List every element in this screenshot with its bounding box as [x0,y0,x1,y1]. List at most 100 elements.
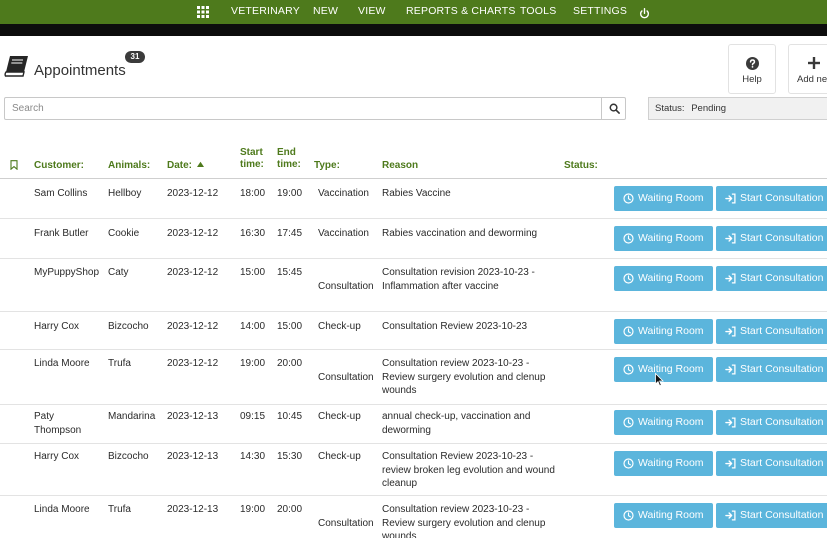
appointment-count-badge: 31 [125,51,145,63]
sign-in-icon [725,193,736,204]
start-time: 09:15 [240,411,266,422]
sign-in-icon [725,326,736,337]
appointment-reason: Consultation revision 2023-10-23 - Infla… [382,267,535,292]
nav-reports-charts[interactable]: REPORTS & CHARTS [406,0,516,24]
table-row[interactable]: Linda Moore Trufa 2023-12-13 19:00 20:00 Cons… [0,497,827,538]
book-icon [4,56,28,77]
waiting-room-button[interactable]: Waiting Room [614,226,713,251]
animal-name: Cookie [108,228,140,239]
table-row[interactable]: Frank Butler Cookie 2023-12-12 16:30 17:45 Va… [0,220,827,259]
start-consultation-label: Start Consultation [740,272,824,284]
start-consultation-button[interactable]: Start Consultation [716,266,827,291]
appointment-reason: Consultation review 2023-10-23 - Review … [382,358,546,396]
page-title: Appointments [34,62,126,79]
clock-icon [623,417,634,428]
apps-grid-icon[interactable] [197,4,211,18]
plus-icon [808,57,820,69]
animal-name: Bizcocho [108,321,149,332]
clock-icon [623,273,634,284]
column-customer[interactable]: Customer: [34,160,84,172]
sign-in-icon [725,417,736,428]
column-date[interactable]: Date: [167,160,204,172]
table-row[interactable]: Sam Collins Hellboy 2023-12-12 18:00 19:00 Va… [0,180,827,219]
waiting-room-label: Waiting Room [638,272,704,284]
end-time: 20:00 [277,358,303,369]
nav-new[interactable]: NEW [313,0,338,24]
column-type[interactable]: Type: [314,160,340,172]
appointment-date: 2023-12-12 [167,228,219,239]
start-consultation-label: Start Consultation [740,232,824,244]
waiting-room-button[interactable]: Waiting Room [614,186,713,211]
start-consultation-button[interactable]: Start Consultation [716,357,827,382]
start-consultation-button[interactable]: Start Consultation [716,186,827,211]
appointment-date: 2023-12-13 [167,411,219,422]
waiting-room-button[interactable]: Waiting Room [614,319,713,344]
column-start-time[interactable]: Start time: [240,147,264,171]
end-time: 15:00 [277,321,303,332]
clock-icon [623,510,634,521]
end-time: 19:00 [277,188,303,199]
help-button[interactable]: Help [728,44,776,94]
appointment-type: Consultation [318,518,374,529]
end-time: 10:45 [277,411,303,422]
customer-name: MyPuppyShop [34,267,100,278]
waiting-room-button[interactable]: Waiting Room [614,266,713,291]
status-filter-label: Status: [655,103,685,114]
table-row[interactable]: Paty Thompson Mandarina 2023-12-13 09:15 10:… [0,406,827,444]
appointment-type: Check-up [318,411,361,422]
start-time: 14:00 [240,321,266,332]
start-consultation-button[interactable]: Start Consultation [716,451,827,476]
customer-name: Sam Collins [34,188,88,199]
add-new-label: Add new [797,74,827,85]
appointment-type: Vaccination [318,228,369,239]
start-consultation-button[interactable]: Start Consultation [716,410,827,435]
customer-name: Frank Butler [34,228,89,239]
nav-veterinary[interactable]: VETERINARY [231,0,300,24]
table-row[interactable]: MyPuppyShop Caty 2023-12-12 15:00 15:45 Consu… [0,260,827,312]
start-consultation-label: Start Consultation [740,325,824,337]
animal-name: Mandarina [108,411,156,422]
sign-in-icon [725,364,736,375]
nav-tools[interactable]: TOOLS [520,0,556,24]
appointment-date: 2023-12-12 [167,188,219,199]
start-consultation-button[interactable]: Start Consultation [716,319,827,344]
start-consultation-label: Start Consultation [740,509,824,521]
start-consultation-button[interactable]: Start Consultation [716,503,827,528]
nav-view[interactable]: VIEW [358,0,386,24]
waiting-room-button[interactable]: Waiting Room [614,503,713,528]
table-row[interactable]: Harry Cox Bizcocho 2023-12-12 14:00 15:00 Che… [0,313,827,350]
waiting-room-button[interactable]: Waiting Room [614,410,713,435]
column-reason[interactable]: Reason [382,160,418,172]
waiting-room-button[interactable]: Waiting Room [614,451,713,476]
start-consultation-label: Start Consultation [740,192,824,204]
status-filter[interactable]: Status: Pending [648,97,827,120]
start-consultation-label: Start Consultation [740,363,824,375]
column-animals[interactable]: Animals: [108,160,150,172]
search-button[interactable] [601,97,626,120]
start-consultation-button[interactable]: Start Consultation [716,226,827,251]
column-end-time[interactable]: End time: [277,147,301,171]
help-icon [746,57,759,70]
toolbar-strip [0,24,827,36]
start-time: 15:00 [240,267,266,278]
table-row[interactable]: Linda Moore Trufa 2023-12-12 19:00 20:00 Cons… [0,351,827,405]
appointment-reason: Rabies vaccination and deworming [382,228,538,239]
table-row[interactable]: Harry Cox Bizcocho 2023-12-13 14:30 15:30 Che… [0,445,827,496]
logout-button[interactable] [639,5,651,19]
search-input[interactable] [4,97,602,120]
nav-settings[interactable]: SETTINGS [573,0,627,24]
customer-name: Harry Cox [34,451,80,462]
waiting-room-label: Waiting Room [638,232,704,244]
bookmark-icon[interactable] [10,160,18,170]
search-icon [609,103,620,114]
appointment-date: 2023-12-13 [167,451,219,462]
customer-name: Harry Cox [34,321,80,332]
sign-in-icon [725,510,736,521]
column-status[interactable]: Status: [564,160,598,172]
add-new-button[interactable]: Add new [788,44,827,94]
animal-name: Caty [108,267,129,278]
appointment-date: 2023-12-12 [167,267,219,278]
waiting-room-label: Waiting Room [638,509,704,521]
clock-icon [623,233,634,244]
appointment-type: Consultation [318,372,374,383]
